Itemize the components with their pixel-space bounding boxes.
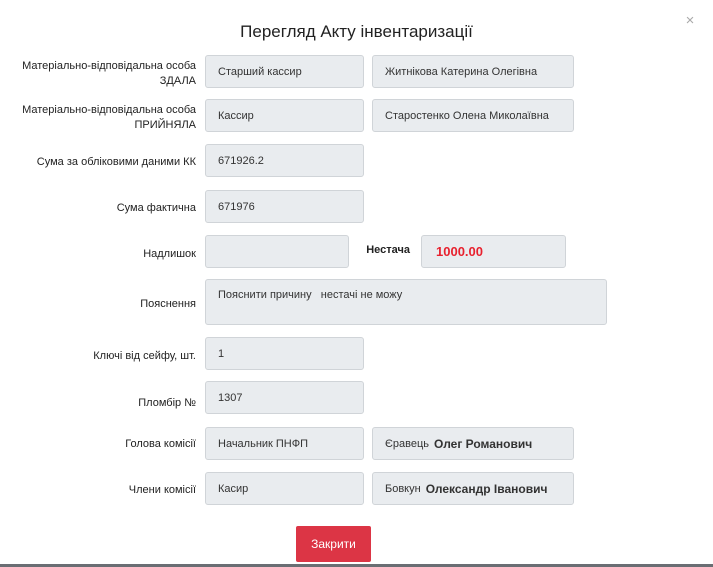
shortage-label: Нестача bbox=[366, 244, 410, 256]
surplus-label: Надлишок bbox=[143, 248, 196, 260]
handed-label: Матеріально-відповідальна особа ЗДАЛА bbox=[10, 59, 196, 89]
shortage-field[interactable]: 1000.00 bbox=[421, 235, 566, 268]
handed-label-line1: Матеріально-відповідальна особа bbox=[22, 60, 196, 72]
actual-sum-label: Сума фактична bbox=[116, 202, 196, 214]
handed-position-field[interactable]: Старший кассир bbox=[205, 55, 364, 88]
keys-field[interactable]: 1 bbox=[205, 337, 364, 370]
received-label-line2: ПРИЙНЯЛА bbox=[134, 119, 197, 131]
chairman-surname: Єравець bbox=[385, 437, 430, 450]
handed-label-line2: ЗДАЛА bbox=[159, 75, 196, 87]
seal-label: Пломбір № bbox=[138, 397, 196, 409]
members-position-field[interactable]: Касир bbox=[205, 472, 364, 505]
received-label-line1: Матеріально-відповідальна особа bbox=[22, 104, 196, 116]
chairman-name-field[interactable]: Єравець Олег Романович bbox=[372, 427, 574, 460]
surplus-field[interactable] bbox=[205, 235, 349, 268]
member-given-names: Олександр Іванович bbox=[425, 481, 548, 496]
inventory-act-modal: Перегляд Акту інвентаризації × Матеріаль… bbox=[0, 0, 713, 567]
explanation-textarea[interactable]: Пояснити причину нестачі не можу bbox=[205, 279, 607, 325]
received-name-field[interactable]: Старостенко Олена Миколаївна bbox=[372, 99, 574, 132]
close-icon[interactable]: × bbox=[683, 13, 697, 28]
explanation-label: Пояснення bbox=[140, 298, 196, 310]
modal-title: Перегляд Акту інвентаризації bbox=[240, 22, 473, 41]
members-label: Члени комісії bbox=[128, 484, 196, 496]
chairman-given-names: Олег Романович bbox=[434, 436, 533, 451]
book-sum-label: Сума за обліковими даними КК bbox=[36, 156, 196, 168]
received-label: Матеріально-відповідальна особа ПРИЙНЯЛА bbox=[10, 103, 196, 133]
received-position-field[interactable]: Кассир bbox=[205, 99, 364, 132]
member-surname: Бовкун bbox=[385, 482, 421, 495]
chairman-label: Голова комісії bbox=[125, 438, 196, 450]
book-sum-field[interactable]: 671926.2 bbox=[205, 144, 364, 177]
actual-sum-field[interactable]: 671976 bbox=[205, 190, 364, 223]
close-button[interactable]: Закрити bbox=[296, 526, 371, 562]
chairman-position-field[interactable]: Начальник ПНФП bbox=[205, 427, 364, 460]
seal-field[interactable]: 1307 bbox=[205, 381, 364, 414]
keys-label: Ключі від сейфу, шт. bbox=[93, 350, 196, 362]
handed-name-field[interactable]: Житнікова Катерина Олегівна bbox=[372, 55, 574, 88]
members-name-field[interactable]: Бовкун Олександр Іванович bbox=[372, 472, 574, 505]
